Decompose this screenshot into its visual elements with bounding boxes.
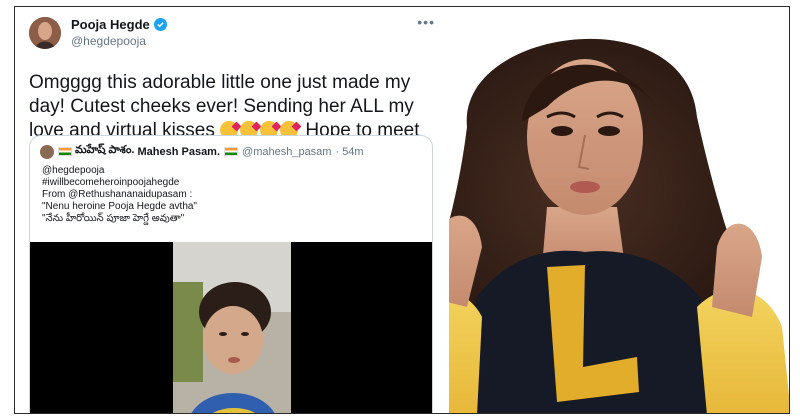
- video-letterbox-right: [291, 242, 432, 413]
- quoted-line[interactable]: #iwillbecomeheroinpoojahegde: [42, 177, 420, 189]
- india-flag-icon: [58, 147, 72, 156]
- image-frame: Pooja Hegde @hegdepooja ••• Omgggg this …: [14, 6, 790, 414]
- quoted-line[interactable]: @hegdepooja: [42, 165, 420, 177]
- quoted-tweet[interactable]: మహేష్ పాశం. Mahesh Pasam. @mahesh_pasam …: [29, 135, 433, 413]
- quoted-display-name[interactable]: Mahesh Pasam.: [137, 146, 220, 158]
- tweet-card[interactable]: Pooja Hegde @hegdepooja ••• Omgggg this …: [15, 7, 449, 413]
- quoted-tweet-header: మహేష్ పాశం. Mahesh Pasam. @mahesh_pasam …: [30, 136, 432, 159]
- more-options-icon[interactable]: •••: [417, 15, 435, 29]
- quoted-name-prefix[interactable]: మహేష్ పాశం.: [75, 144, 134, 159]
- quoted-line: "నేను హీరోయిన్ పూజా హెగ్డే అవుతా": [42, 213, 185, 224]
- video-frame-child: [173, 242, 291, 413]
- quoted-avatar[interactable]: [40, 144, 54, 159]
- india-flag-icon: [224, 147, 239, 156]
- user-handle[interactable]: @hegdepooja: [71, 34, 167, 48]
- quoted-line: From @Rethushananaidupasam :: [42, 189, 193, 200]
- quoted-tweet-body: @hegdepooja #iwillbecomeheroinpoojahegde…: [30, 159, 432, 225]
- video-media[interactable]: [30, 242, 432, 413]
- display-name[interactable]: Pooja Hegde: [71, 17, 150, 32]
- tweet-header: Pooja Hegde @hegdepooja •••: [29, 15, 435, 57]
- verified-badge-icon: [153, 18, 167, 31]
- quoted-timestamp[interactable]: · 54m: [335, 146, 363, 158]
- avatar[interactable]: [29, 17, 61, 49]
- video-letterbox-left: [30, 242, 173, 413]
- quoted-line: "Nenu heroine Pooja Hegde avtha": [42, 201, 197, 212]
- quoted-handle[interactable]: @mahesh_pasam: [242, 146, 331, 158]
